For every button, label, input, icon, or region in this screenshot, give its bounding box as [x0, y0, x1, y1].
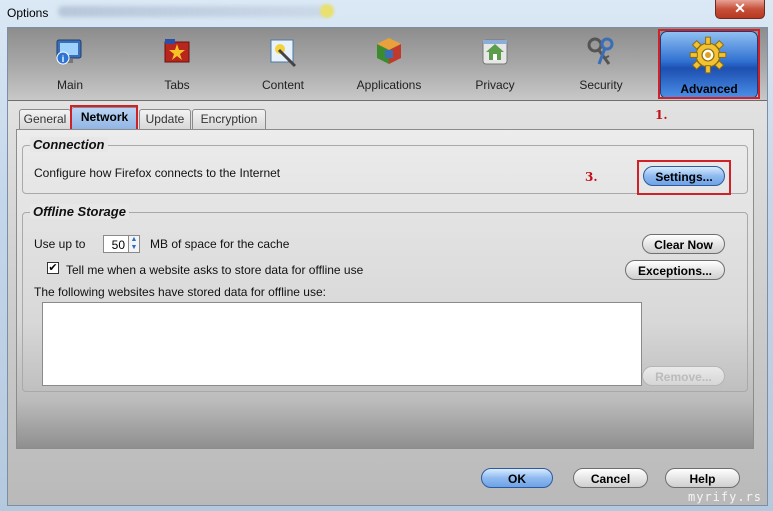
main-icon: i	[56, 39, 82, 65]
highlight-network	[70, 105, 138, 131]
close-button[interactable]: ✕	[715, 0, 765, 19]
remove-button: Remove...	[642, 366, 725, 386]
exceptions-button[interactable]: Exceptions...	[625, 260, 725, 280]
svg-text:i: i	[62, 54, 65, 64]
options-window: Options ✕ i Main Tabs Content Applicatio…	[0, 0, 773, 511]
toolbar-item-security[interactable]: Security	[553, 30, 649, 98]
offline-storage-title: Offline Storage	[30, 204, 129, 219]
preferences-toolbar: i Main Tabs Content Applications Privacy…	[8, 28, 767, 101]
help-button[interactable]: Help	[665, 468, 740, 488]
network-panel: Connection Configure how Firefox connect…	[16, 129, 754, 449]
privacy-icon	[482, 39, 508, 65]
tabs-icon	[164, 39, 190, 63]
toolbar-item-privacy[interactable]: Privacy	[447, 30, 543, 98]
toolbar-item-content[interactable]: Content	[235, 30, 331, 98]
connection-group: Connection Configure how Firefox connect…	[22, 137, 748, 195]
offline-list-label: The following websites have stored data …	[34, 285, 326, 299]
cache-size-spinner[interactable]: ▲ ▼	[129, 235, 140, 253]
highlight-advanced	[658, 29, 760, 99]
connection-title: Connection	[30, 137, 108, 152]
tab-update[interactable]: Update	[139, 109, 191, 129]
toolbar-label: Security	[579, 78, 623, 92]
annotation-step-1: 1.	[655, 108, 668, 122]
content-icon	[270, 39, 297, 68]
annotation-step-3: 3.	[585, 170, 598, 184]
use-up-to-label: Use up to	[34, 237, 86, 251]
toolbar-item-tabs[interactable]: Tabs	[129, 30, 225, 98]
toolbar-label: Tabs	[164, 78, 190, 92]
blurred-title-area	[58, 6, 328, 17]
cache-size-input[interactable]: 50	[103, 235, 129, 253]
title-bar[interactable]: Options ✕	[0, 0, 773, 26]
connection-description: Configure how Firefox connects to the In…	[34, 166, 281, 180]
tab-encryption[interactable]: Encryption	[192, 109, 266, 129]
clear-now-button[interactable]: Clear Now	[642, 234, 725, 254]
blurred-emoticon-icon	[320, 4, 334, 18]
window-title: Options	[7, 6, 49, 20]
toolbar-item-main[interactable]: i Main	[22, 30, 118, 98]
watermark: myrify.rs	[688, 490, 763, 504]
tell-me-label: Tell me when a website asks to store dat…	[66, 263, 364, 277]
ok-button[interactable]: OK	[481, 468, 553, 488]
toolbar-item-applications[interactable]: Applications	[341, 30, 437, 98]
toolbar-label: Main	[56, 78, 83, 92]
highlight-settings	[637, 160, 731, 195]
cache-suffix-label: MB of space for the cache	[150, 237, 290, 251]
toolbar-label: Content	[261, 78, 305, 92]
security-icon	[587, 37, 614, 65]
cancel-button[interactable]: Cancel	[573, 468, 648, 488]
tab-general[interactable]: General	[19, 109, 71, 129]
client-area: i Main Tabs Content Applications Privacy…	[7, 27, 768, 506]
offline-sites-list[interactable]	[42, 302, 642, 386]
toolbar-label: Applications	[356, 78, 422, 92]
applications-icon	[377, 38, 401, 64]
toolbar-label: Privacy	[475, 78, 515, 92]
tell-me-checkbox[interactable]: ✔	[47, 262, 59, 274]
